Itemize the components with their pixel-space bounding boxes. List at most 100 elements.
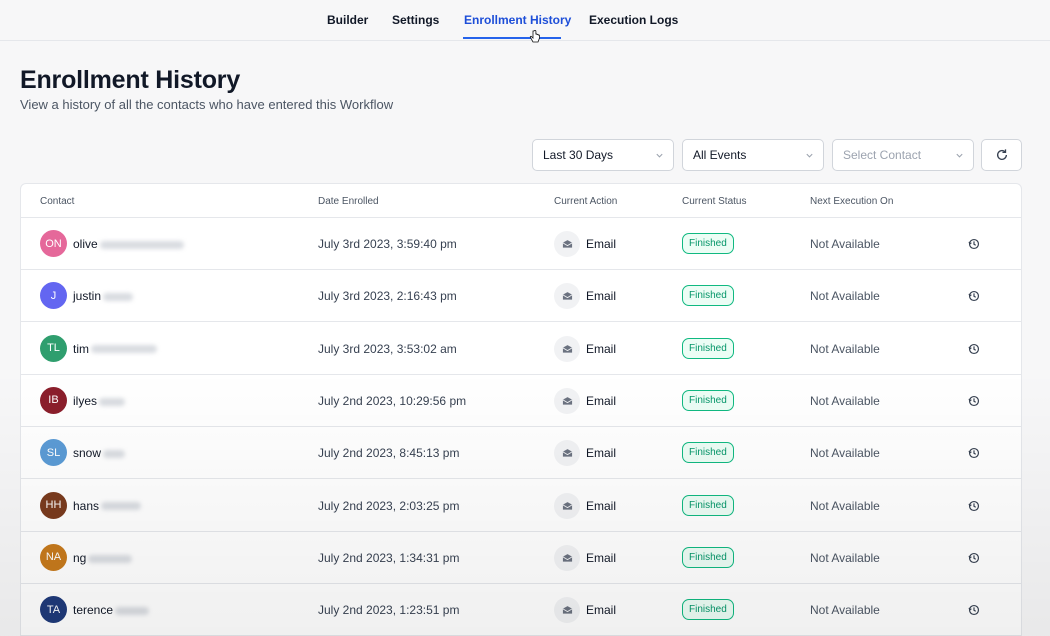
- next-execution: Not Available: [810, 603, 880, 618]
- top-tab-bar: Builder Settings Enrollment History Exec…: [0, 0, 1050, 43]
- email-icon: [554, 231, 580, 257]
- avatar: J: [40, 282, 67, 310]
- table-row[interactable]: SL snow July 2nd 2023, 8:45:13 pm Email Fini…: [21, 427, 1021, 480]
- redacted-email: [103, 293, 134, 302]
- history-icon[interactable]: [968, 500, 980, 512]
- redacted-email: [91, 345, 157, 354]
- contact-name[interactable]: justin: [73, 289, 134, 304]
- table-row[interactable]: TL tim July 3rd 2023, 3:53:02 am Email Finis…: [21, 323, 1021, 375]
- history-icon[interactable]: [968, 238, 980, 250]
- redacted-email: [99, 240, 184, 249]
- column-header-contact: Contact: [40, 196, 75, 207]
- avatar: HH: [40, 491, 67, 519]
- chevron-down-icon: [806, 153, 813, 158]
- table-row[interactable]: TA terence July 2nd 2023, 1:23:51 pm Email F…: [21, 584, 1021, 636]
- contact-name[interactable]: olive: [73, 237, 184, 251]
- chevron-down-icon: [956, 153, 963, 158]
- history-icon[interactable]: [968, 552, 980, 564]
- next-execution: Not Available: [810, 341, 880, 356]
- status-badge: Finished: [682, 285, 734, 307]
- avatar: ON: [40, 230, 67, 257]
- page-title: Enrollment History: [20, 66, 241, 94]
- tab-execution-logs[interactable]: Execution Logs: [589, 13, 678, 27]
- date-enrolled: July 2nd 2023, 1:23:51 pm: [318, 603, 460, 618]
- table-row[interactable]: NA ng July 2nd 2023, 1:34:31 pm Email Finish…: [21, 532, 1021, 584]
- tab-enrollment-history[interactable]: Enrollment History: [464, 13, 571, 27]
- status-badge: Finished: [682, 389, 734, 411]
- active-tab-indicator: [463, 37, 561, 39]
- status-badge: Finished: [682, 337, 734, 359]
- events-value: All Events: [693, 148, 747, 162]
- history-icon[interactable]: [968, 290, 980, 302]
- avatar: SL: [40, 439, 67, 467]
- next-execution: Not Available: [810, 237, 880, 251]
- avatar: TL: [40, 334, 67, 362]
- table-row[interactable]: HH hans July 2nd 2023, 2:03:25 pm Email Fini…: [21, 480, 1021, 532]
- history-icon[interactable]: [968, 604, 980, 616]
- date-range-select[interactable]: Last 30 Days: [532, 139, 674, 171]
- contact-name-text: ng: [73, 550, 87, 565]
- history-icon[interactable]: [968, 395, 980, 407]
- contact-name-text: terence: [73, 603, 114, 618]
- status-badge: Finished: [682, 233, 734, 254]
- table-header: Contact Date Enrolled Current Action Cur…: [21, 184, 1021, 218]
- column-header-date-enrolled: Date Enrolled: [318, 196, 379, 207]
- email-icon: [554, 283, 580, 310]
- date-enrolled: July 2nd 2023, 8:45:13 pm: [318, 446, 460, 461]
- contact-name-text: hans: [73, 498, 100, 513]
- email-icon: [554, 440, 580, 467]
- date-range-value: Last 30 Days: [543, 148, 614, 162]
- date-enrolled: July 2nd 2023, 10:29:56 pm: [318, 393, 467, 408]
- events-select[interactable]: All Events: [682, 139, 824, 171]
- current-action: Email: [586, 498, 617, 513]
- column-header-current-action: Current Action: [554, 196, 618, 207]
- date-enrolled: July 3rd 2023, 3:59:40 pm: [318, 237, 457, 251]
- redacted-email: [99, 397, 126, 406]
- redacted-email: [88, 554, 133, 563]
- contact-name[interactable]: snow: [73, 446, 126, 461]
- email-icon: [554, 597, 580, 624]
- history-icon[interactable]: [968, 343, 980, 355]
- current-action: Email: [586, 237, 617, 251]
- contact-name-text: olive: [73, 237, 98, 251]
- contact-placeholder: Select Contact: [843, 148, 922, 162]
- contact-name-text: justin: [73, 289, 102, 304]
- current-action: Email: [586, 393, 617, 408]
- tab-builder[interactable]: Builder: [327, 13, 368, 27]
- contact-name-text: snow: [73, 446, 102, 461]
- contact-name-text: tim: [73, 341, 89, 356]
- enrollment-table: Contact Date Enrolled Current Action Cur…: [20, 183, 1022, 636]
- current-action: Email: [586, 550, 617, 565]
- current-action: Email: [586, 341, 617, 356]
- date-enrolled: July 2nd 2023, 1:34:31 pm: [318, 550, 460, 565]
- status-badge: Finished: [682, 546, 734, 568]
- history-icon[interactable]: [968, 447, 980, 459]
- email-icon: [554, 335, 580, 362]
- page-subtitle: View a history of all the contacts who h…: [20, 97, 394, 112]
- hand-cursor-icon: [529, 30, 540, 43]
- current-action: Email: [586, 603, 617, 618]
- date-enrolled: July 3rd 2023, 3:53:02 am: [318, 341, 457, 356]
- status-badge: Finished: [682, 442, 734, 464]
- contact-name[interactable]: tim: [73, 342, 157, 356]
- next-execution: Not Available: [810, 550, 880, 565]
- contact-select[interactable]: Select Contact: [832, 139, 974, 171]
- contact-name[interactable]: ilyes: [73, 394, 126, 408]
- redacted-email: [103, 450, 126, 459]
- table-row[interactable]: ON olive July 3rd 2023, 3:59:40 pm Email Fin…: [21, 218, 1021, 270]
- table-row[interactable]: IB ilyes July 2nd 2023, 10:29:56 pm Email Fi…: [21, 375, 1021, 427]
- contact-name[interactable]: ng: [73, 550, 133, 565]
- current-action: Email: [586, 446, 617, 461]
- table-row[interactable]: Jjustin July 3rd 2023, 2:16:43 pm Email Fin…: [21, 270, 1021, 323]
- email-icon: [554, 544, 580, 571]
- contact-name[interactable]: terence: [73, 603, 150, 618]
- next-execution: Not Available: [810, 498, 880, 513]
- next-execution: Not Available: [810, 289, 880, 304]
- email-icon: [554, 387, 580, 414]
- refresh-button[interactable]: [981, 139, 1022, 171]
- next-execution: Not Available: [810, 393, 880, 408]
- tab-settings[interactable]: Settings: [392, 13, 439, 27]
- column-header-current-status: Current Status: [682, 196, 747, 207]
- contact-name[interactable]: hans: [73, 498, 142, 513]
- date-enrolled: July 3rd 2023, 2:16:43 pm: [318, 289, 457, 304]
